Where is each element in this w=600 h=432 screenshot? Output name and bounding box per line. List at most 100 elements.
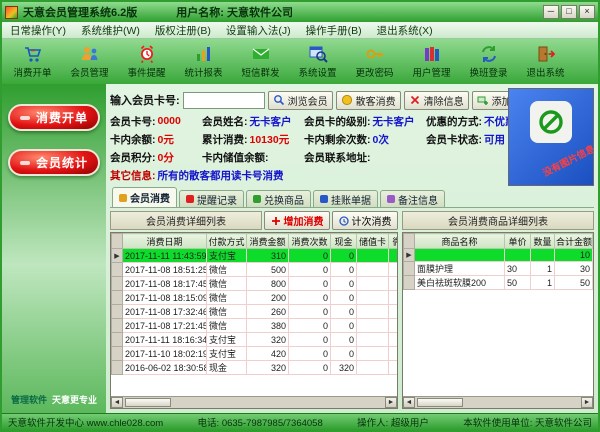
scroll-thumb[interactable] bbox=[125, 398, 171, 407]
menu-bar: 日常操作(Y) 系统维护(W) 版权注册(B) 设置输入法(J) 操作手册(B)… bbox=[2, 22, 598, 39]
tab-consume[interactable]: 会员消费 bbox=[112, 187, 177, 207]
close-button[interactable]: × bbox=[579, 5, 595, 19]
cell: 50 bbox=[555, 276, 593, 290]
count-consume-button[interactable]: 计次消费 bbox=[332, 211, 398, 230]
toolbar-button-sms[interactable]: 短信群发 bbox=[232, 39, 289, 84]
cell: 0 bbox=[331, 333, 357, 347]
toolbar-button-reports[interactable]: 统计报表 bbox=[175, 39, 232, 84]
menu-item-register[interactable]: 版权注册(B) bbox=[155, 23, 211, 38]
scroll-right-button[interactable]: ► bbox=[581, 397, 593, 408]
tab-exchange[interactable]: 兑换商品 bbox=[246, 190, 311, 207]
tab-reminders[interactable]: 提醒记录 bbox=[179, 190, 244, 207]
member-times-value: 0次 bbox=[373, 132, 389, 147]
main-area: 没有图片信息 输入会员卡号: 浏览会员 散客消费 bbox=[106, 84, 598, 413]
cell: 支付宝 bbox=[207, 333, 247, 347]
cell: 2017-11-08 18:15:09 bbox=[123, 291, 207, 305]
sidebar-button-stats[interactable]: 会员统计 bbox=[8, 149, 100, 176]
goods-panel: 会员消费商品详细列表 商品名称单价数量合计金额 ▶10面膜护理30130美白祛斑… bbox=[402, 211, 594, 409]
table-row[interactable]: 2017-11-08 17:21:45微信38000 bbox=[112, 319, 399, 333]
member-info-row-2: 卡内余额:0元 累计消费:10130元 卡内剩余次数:0次 会员卡状态:可用 bbox=[110, 130, 510, 148]
sidebar-footer-right: 天意更专业 bbox=[52, 393, 97, 406]
toolbar-button-reminder[interactable]: 事件提醒 bbox=[118, 39, 175, 84]
menu-item-manual[interactable]: 操作手册(B) bbox=[306, 23, 362, 38]
table-row[interactable]: 2017-11-08 18:51:25微信50000 bbox=[112, 263, 399, 277]
cell bbox=[357, 319, 389, 333]
maximize-button[interactable]: □ bbox=[561, 5, 577, 19]
member-card-no-label: 会员卡号: bbox=[110, 114, 156, 129]
cell: 微信 bbox=[207, 263, 247, 277]
toolbar-button-exit[interactable]: 退出系统 bbox=[517, 39, 574, 84]
goods-table-header: 商品名称单价数量合计金额 bbox=[404, 234, 593, 249]
toolbar-button-shift[interactable]: 换班登录 bbox=[460, 39, 517, 84]
card-number-input[interactable] bbox=[183, 92, 265, 109]
cell bbox=[389, 291, 399, 305]
cell: 500 bbox=[247, 263, 289, 277]
horizontal-scrollbar[interactable]: ◄ ► bbox=[403, 396, 593, 408]
table-row[interactable]: 2017-11-08 18:17:45微信80000 bbox=[112, 277, 399, 291]
cell bbox=[389, 333, 399, 347]
table-row[interactable]: 美白祛斑软膜20050150 bbox=[404, 276, 593, 290]
cell: 0 bbox=[289, 249, 331, 263]
add-consume-button[interactable]: 增加消费 bbox=[264, 211, 330, 230]
horizontal-scrollbar[interactable]: ◄ ► bbox=[111, 396, 397, 408]
table-row[interactable]: ▶2017-11-11 11:43:59支付宝31000 bbox=[112, 249, 399, 263]
cell: 微信 bbox=[207, 291, 247, 305]
cell: 1 bbox=[531, 262, 555, 276]
scroll-right-button[interactable]: ► bbox=[385, 397, 397, 408]
sidebar: 消费开单 会员统计 管理软件 天意更专业 bbox=[2, 84, 106, 413]
cell: 380 bbox=[247, 319, 289, 333]
cell: 0 bbox=[331, 291, 357, 305]
menu-item-daily[interactable]: 日常操作(Y) bbox=[10, 23, 66, 38]
cell: 30 bbox=[505, 262, 531, 276]
browse-member-button[interactable]: 浏览会员 bbox=[268, 91, 333, 110]
table-row[interactable]: 2017-11-08 18:15:09微信20000 bbox=[112, 291, 399, 305]
row-selector: ▶ bbox=[112, 249, 123, 263]
button-shine bbox=[20, 161, 30, 165]
scroll-thumb[interactable] bbox=[417, 398, 463, 407]
tab-strip: 会员消费 提醒记录 兑换商品 挂账单据 备注信息 bbox=[110, 188, 594, 208]
coin-icon bbox=[341, 94, 353, 106]
table-row[interactable]: 面膜护理30130 bbox=[404, 262, 593, 276]
button-shine bbox=[20, 116, 30, 120]
toolbar-button-users[interactable]: 用户管理 bbox=[403, 39, 460, 84]
member-discount-value: 不优惠 bbox=[484, 114, 508, 129]
toolbar-button-settings[interactable]: 系统设置 bbox=[289, 39, 346, 84]
member-stored-label: 卡内储值余额: bbox=[202, 150, 269, 165]
row-selector bbox=[112, 333, 123, 347]
cell bbox=[389, 263, 399, 277]
menu-item-exit[interactable]: 退出系统(X) bbox=[377, 23, 433, 38]
member-discount-label: 优惠的方式: bbox=[426, 114, 482, 129]
cell: 2017-11-08 17:32:46 bbox=[123, 305, 207, 319]
no-image-text: 没有图片信息 bbox=[540, 141, 594, 179]
consume-table-header: 消费日期付款方式消费金额消费次数现金储值卡微信 bbox=[112, 234, 399, 249]
tab-credit[interactable]: 挂账单据 bbox=[313, 190, 378, 207]
table-row[interactable]: ▶10 bbox=[404, 249, 593, 262]
toolbar-button-password[interactable]: 更改密码 bbox=[346, 39, 403, 84]
table-row[interactable]: 2017-11-08 17:32:46微信26000 bbox=[112, 305, 399, 319]
clear-info-button[interactable]: 清除信息 bbox=[404, 91, 469, 110]
sidebar-button-consume[interactable]: 消费开单 bbox=[8, 104, 100, 131]
cell bbox=[389, 305, 399, 319]
toolbar-button-consume[interactable]: 消费开单 bbox=[4, 39, 61, 84]
cell bbox=[389, 249, 399, 263]
walkin-consume-button[interactable]: 散客消费 bbox=[336, 91, 401, 110]
menu-item-maintenance[interactable]: 系统维护(W) bbox=[81, 23, 140, 38]
cell: 2017-11-11 11:43:59 bbox=[123, 249, 207, 263]
column-header: 储值卡 bbox=[357, 234, 389, 249]
cell: 310 bbox=[247, 249, 289, 263]
column-header: 现金 bbox=[331, 234, 357, 249]
scroll-left-button[interactable]: ◄ bbox=[111, 397, 123, 408]
consume-table: 消费日期付款方式消费金额消费次数现金储值卡微信 ▶2017-11-11 11:4… bbox=[111, 233, 398, 375]
member-level-label: 会员卡的级别: bbox=[304, 114, 371, 129]
toolbar-button-members[interactable]: 会员管理 bbox=[61, 39, 118, 84]
table-row[interactable]: 2017-11-11 18:16:34支付宝32000 bbox=[112, 333, 399, 347]
cell: 美白祛斑软膜200 bbox=[415, 276, 505, 290]
tab-notes[interactable]: 备注信息 bbox=[380, 190, 445, 207]
table-row[interactable]: 2017-11-10 18:02:19支付宝42000 bbox=[112, 347, 399, 361]
status-phone: 电话: 0635-7987985/7364058 bbox=[198, 415, 323, 429]
scroll-left-button[interactable]: ◄ bbox=[403, 397, 415, 408]
clock-icon bbox=[339, 216, 349, 226]
menu-item-ime[interactable]: 设置输入法(J) bbox=[226, 23, 291, 38]
table-row[interactable]: 2016-06-02 18:30:58现金3200320 bbox=[112, 361, 399, 375]
minimize-button[interactable]: ─ bbox=[543, 5, 559, 19]
